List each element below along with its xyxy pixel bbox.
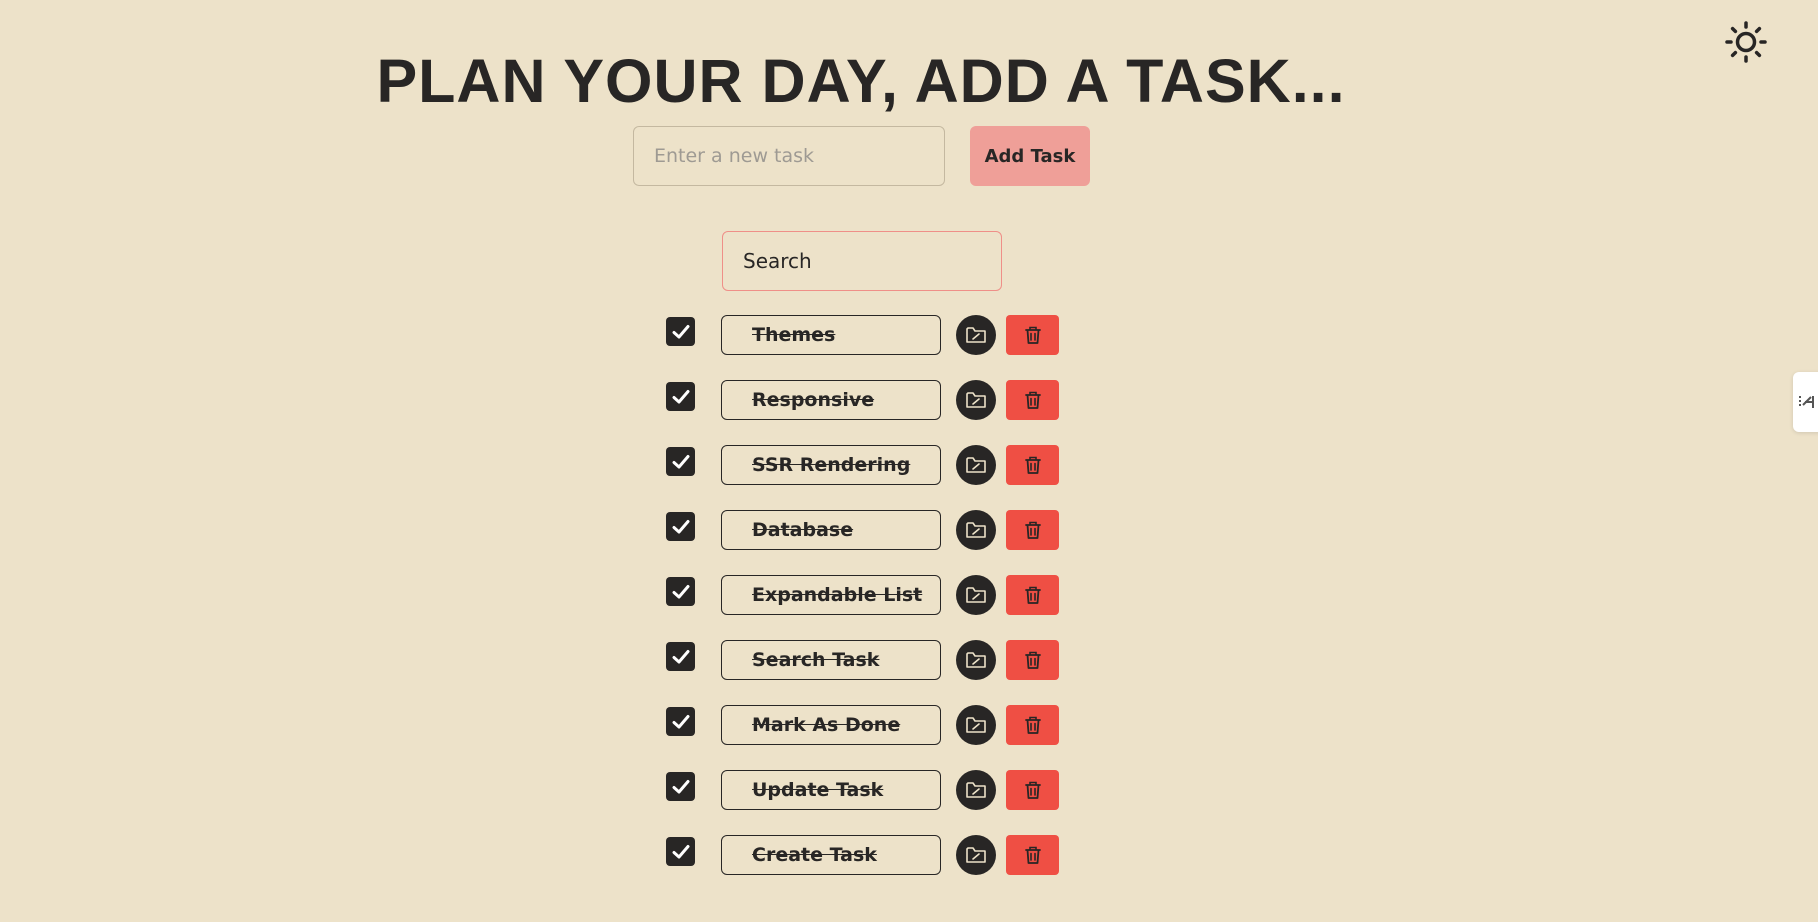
add-task-button[interactable]: Add Task	[970, 126, 1090, 186]
task-row: Mark As Done	[665, 705, 1065, 770]
task-label: Search Task	[721, 640, 941, 680]
task-row: SSR Rendering	[665, 445, 1065, 510]
task-checkbox[interactable]	[666, 382, 695, 411]
task-label: Create Task	[721, 835, 941, 875]
delete-task-button[interactable]	[1006, 835, 1059, 875]
side-panel-icon	[1799, 396, 1814, 408]
task-row: Create Task	[665, 835, 1065, 900]
delete-task-button[interactable]	[1006, 510, 1059, 550]
sun-icon	[1725, 21, 1767, 63]
todo-app: PLAN YOUR DAY, ADD A TASK... Add Task Th…	[0, 0, 1818, 922]
edit-task-button[interactable]	[956, 445, 996, 485]
check-icon	[672, 844, 690, 860]
task-label: Update Task	[721, 770, 941, 810]
check-icon	[672, 584, 690, 600]
task-label: Responsive	[721, 380, 941, 420]
trash-icon	[1024, 845, 1042, 865]
task-checkbox[interactable]	[666, 577, 695, 606]
delete-task-button[interactable]	[1006, 705, 1059, 745]
edit-task-button[interactable]	[956, 640, 996, 680]
task-label: SSR Rendering	[721, 445, 941, 485]
task-row: Responsive	[665, 380, 1065, 445]
check-icon	[672, 649, 690, 665]
theme-toggle-button[interactable]	[1722, 18, 1770, 66]
trash-icon	[1024, 585, 1042, 605]
task-checkbox[interactable]	[666, 447, 695, 476]
folder-edit-icon	[965, 390, 987, 410]
folder-edit-icon	[965, 715, 987, 735]
task-checkbox[interactable]	[666, 642, 695, 671]
edit-task-button[interactable]	[956, 575, 996, 615]
task-label: Themes	[721, 315, 941, 355]
edit-task-button[interactable]	[956, 705, 996, 745]
trash-icon	[1024, 455, 1042, 475]
task-row: Database	[665, 510, 1065, 575]
folder-edit-icon	[965, 585, 987, 605]
task-checkbox[interactable]	[666, 772, 695, 801]
task-checkbox[interactable]	[666, 837, 695, 866]
delete-task-button[interactable]	[1006, 575, 1059, 615]
check-icon	[672, 714, 690, 730]
edit-task-button[interactable]	[956, 510, 996, 550]
folder-edit-icon	[965, 650, 987, 670]
new-task-input[interactable]	[633, 126, 945, 186]
task-label: Expandable List	[721, 575, 941, 615]
edit-task-button[interactable]	[956, 770, 996, 810]
delete-task-button[interactable]	[1006, 315, 1059, 355]
delete-task-button[interactable]	[1006, 445, 1059, 485]
delete-task-button[interactable]	[1006, 640, 1059, 680]
trash-icon	[1024, 325, 1042, 345]
task-checkbox[interactable]	[666, 512, 695, 541]
edit-task-button[interactable]	[956, 315, 996, 355]
edit-task-button[interactable]	[956, 380, 996, 420]
check-icon	[672, 519, 690, 535]
task-list: Themes Responsive SSR Rendering Database Exp…	[665, 315, 1065, 900]
check-icon	[672, 389, 690, 405]
folder-edit-icon	[965, 455, 987, 475]
trash-icon	[1024, 650, 1042, 670]
task-checkbox[interactable]	[666, 707, 695, 736]
search-input[interactable]	[722, 231, 1002, 291]
task-row: Expandable List	[665, 575, 1065, 640]
folder-edit-icon	[965, 325, 987, 345]
delete-task-button[interactable]	[1006, 380, 1059, 420]
delete-task-button[interactable]	[1006, 770, 1059, 810]
trash-icon	[1024, 780, 1042, 800]
check-icon	[672, 324, 690, 340]
folder-edit-icon	[965, 520, 987, 540]
folder-edit-icon	[965, 780, 987, 800]
trash-icon	[1024, 520, 1042, 540]
trash-icon	[1024, 390, 1042, 410]
side-panel-tab[interactable]	[1793, 372, 1818, 432]
task-row: Update Task	[665, 770, 1065, 835]
task-checkbox[interactable]	[666, 317, 695, 346]
task-label: Database	[721, 510, 941, 550]
check-icon	[672, 779, 690, 795]
folder-edit-icon	[965, 845, 987, 865]
task-row: Search Task	[665, 640, 1065, 705]
task-row: Themes	[665, 315, 1065, 380]
edit-task-button[interactable]	[956, 835, 996, 875]
page-title: PLAN YOUR DAY, ADD A TASK...	[376, 47, 1346, 115]
trash-icon	[1024, 715, 1042, 735]
task-label: Mark As Done	[721, 705, 941, 745]
check-icon	[672, 454, 690, 470]
